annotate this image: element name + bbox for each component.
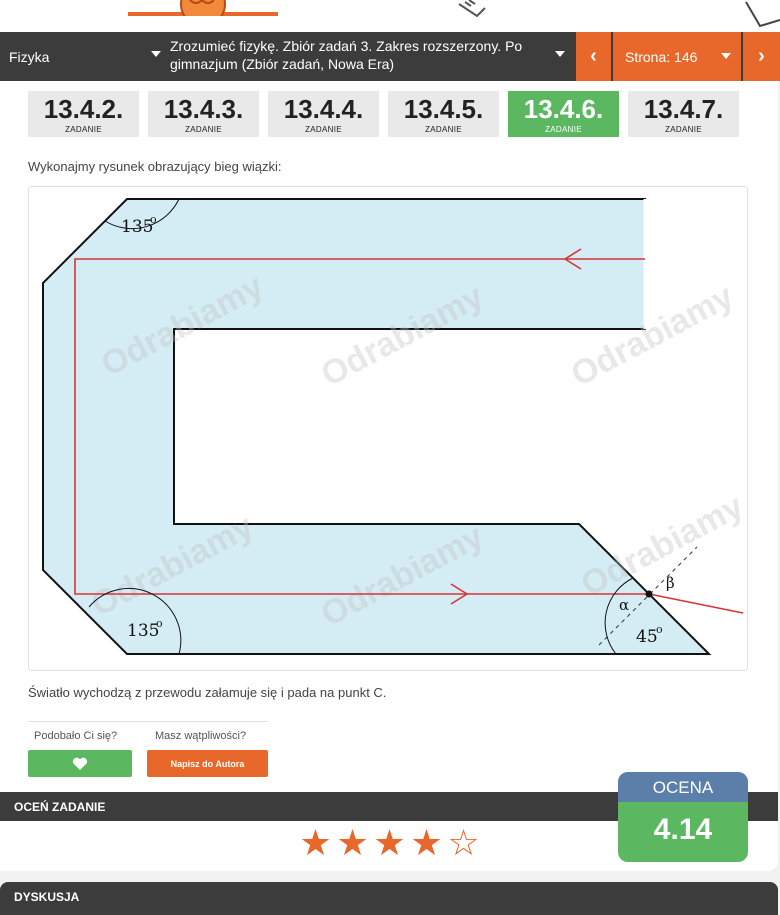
angle-top-label: 135 [121,217,153,237]
liked-question: Podobało Ci się? [34,730,118,742]
solution-intro: Wykonajmy rysunek obrazujący bieg wiązki… [28,159,282,174]
subject-label: Fizyka [9,48,50,65]
task-tab-13-4-7[interactable]: 13.4.7. ZADANIE [628,91,739,137]
task-tab-13-4-5[interactable]: 13.4.5. ZADANIE [388,91,499,137]
heart-icon [72,757,88,770]
fiber-diagram: Odrabiamy Odrabiamy Odrabiamy Odrabiamy … [28,186,748,671]
watermark: Odrabiamy Odrabiamy Odrabiamy Odrabiamy … [85,267,747,634]
task-number: 13.4.2. [43,94,124,124]
feedback-section: Podobało Ci się? Masz wątpliwości? Napis… [28,721,268,777]
task-label: ZADANIE [425,125,462,134]
star-4[interactable]: ★ [408,823,445,863]
star-rating[interactable]: ★ ★ ★ ★ ☆ [297,823,482,863]
task-label: ZADANIE [545,125,582,134]
star-1[interactable]: ★ [297,823,334,863]
angle-right-label: 45 [636,627,658,647]
task-number: 13.4.7. [643,94,724,124]
caret-down-icon [151,51,161,57]
page-label: Strona: 146 [625,48,698,65]
task-number: 13.4.4. [283,94,364,124]
score-label: OCENA [618,772,748,802]
task-tab-13-4-6[interactable]: 13.4.6. ZADANIE [508,91,619,137]
discussion-bar[interactable]: DYSKUSJA [0,882,778,915]
task-label: ZADANIE [65,125,102,134]
score-value: 4.14 [653,813,713,846]
doubt-question: Masz wątpliwości? [155,730,247,742]
chevron-right-icon: › [758,45,765,67]
book-label: Zrozumieć fizykę. Zbiór zadań 3. Zakres … [170,38,523,72]
angle-bottom-label: 135 [127,621,159,641]
task-label: ZADANIE [185,125,222,134]
score-badge: OCENA 4.14 [618,772,748,862]
write-to-author-button[interactable]: Napisz do Autora [147,750,268,777]
chevron-left-icon: ‹ [590,45,597,67]
angle-right-degree: o [656,623,663,636]
content-card: 13.4.2. ZADANIE 13.4.3. ZADANIE 13.4.4. … [0,81,778,871]
next-page-button[interactable]: › [743,32,780,81]
task-tab-13-4-2[interactable]: 13.4.2. ZADANIE [28,91,139,137]
angle-top-degree: o [150,213,157,226]
nav-bar: Fizyka Zrozumieć fizykę. Zbiór zadań 3. … [0,32,780,81]
prev-page-button[interactable]: ‹ [576,32,611,81]
top-decoration [0,0,780,32]
discussion-title: DYSKUSJA [14,890,80,904]
task-number: 13.4.3. [163,94,244,124]
subject-select[interactable]: Fizyka [0,32,165,81]
angle-bottom-degree: o [156,617,163,630]
alpha-label: α [619,596,629,614]
book-select[interactable]: Zrozumieć fizykę. Zbiór zadań 3. Zakres … [168,32,573,81]
task-label: ZADANIE [305,125,342,134]
rate-task-title: OCEŃ ZADANIE [14,799,106,814]
task-tab-13-4-3[interactable]: 13.4.3. ZADANIE [148,91,259,137]
task-number: 13.4.6. [523,94,604,124]
like-button[interactable] [28,750,132,777]
task-tab-13-4-4[interactable]: 13.4.4. ZADANIE [268,91,379,137]
beta-label: β [666,574,675,592]
task-tabs: 13.4.2. ZADANIE 13.4.3. ZADANIE 13.4.4. … [28,91,748,137]
pencil-icon [458,0,486,18]
solution-conclusion: Światło wychodzą z przewodu załamuje się… [28,685,387,700]
caret-down-icon [555,51,565,57]
mascot-brain-icon [128,0,278,16]
star-2[interactable]: ★ [334,823,371,863]
caret-down-icon [721,53,731,59]
task-number: 13.4.5. [403,94,484,124]
star-3[interactable]: ★ [371,823,408,863]
task-label: ZADANIE [665,125,702,134]
ruler-icon [745,1,780,28]
page-select[interactable]: Strona: 146 [613,32,741,81]
point-c [645,590,653,598]
star-5[interactable]: ☆ [445,823,482,863]
